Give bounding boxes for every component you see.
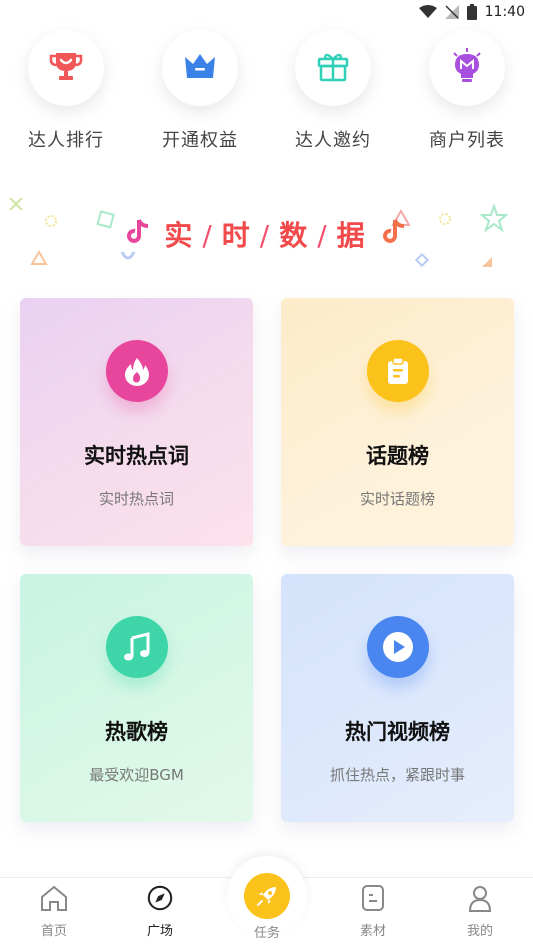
- quick-entry-label: 达人邀约: [295, 130, 371, 151]
- nav-label: 素材: [359, 924, 386, 939]
- nav-label: 首页: [40, 924, 67, 939]
- quick-entry-merchants[interactable]: 商户列表: [412, 30, 522, 152]
- lightbulb-icon: [450, 48, 484, 88]
- material-icon: [358, 885, 388, 916]
- music-note-icon: [383, 218, 407, 248]
- gift-icon: [316, 50, 350, 86]
- quick-entry-benefits[interactable]: 开通权益: [145, 30, 255, 152]
- section-title: 实 / 时 / 数 / 据: [0, 214, 533, 254]
- music-note-icon: [106, 616, 168, 678]
- nav-tab-home[interactable]: 首页: [14, 884, 94, 939]
- card-subtitle: 实时话题榜: [359, 490, 435, 508]
- nav-tab-square[interactable]: 广场: [120, 884, 200, 939]
- title-char: 据: [336, 219, 369, 252]
- card-title: 实时热点词: [84, 444, 189, 468]
- play-icon: [367, 616, 429, 678]
- realtime-data-header: 实 / 时 / 数 / 据: [0, 190, 533, 280]
- compass-icon: [145, 885, 175, 916]
- card-title: 话题榜: [366, 444, 429, 468]
- card-subtitle: 最受欢迎BGM: [89, 766, 184, 784]
- flame-icon: [106, 340, 168, 402]
- triangle-confetti-icon: [480, 254, 494, 273]
- card-title: 热歌榜: [105, 720, 168, 744]
- card-subtitle: 实时热点词: [98, 490, 174, 508]
- nav-label: 任务: [253, 926, 280, 941]
- quick-entry-label: 开通权益: [162, 130, 238, 151]
- crown-icon: [183, 51, 217, 85]
- trophy-icon: [49, 50, 83, 86]
- nav-tab-mine[interactable]: 我的: [440, 884, 520, 939]
- home-icon: [39, 885, 69, 916]
- quick-entry-row: 达人排行 开通权益 达人邀约 商户列表: [0, 30, 533, 160]
- title-separator: /: [317, 219, 331, 252]
- title-separator: /: [202, 219, 216, 252]
- no-signal-icon: [444, 5, 459, 19]
- title-char: 数: [279, 219, 312, 252]
- quick-entry-rank[interactable]: 达人排行: [11, 30, 121, 152]
- nav-label: 广场: [146, 924, 173, 939]
- title-separator: /: [259, 219, 274, 252]
- bottom-navigation: 首页 广场 任务 素材 我的: [0, 856, 533, 949]
- title-char: 时: [221, 219, 254, 252]
- card-hot-songs[interactable]: 热歌榜 最受欢迎BGM: [20, 574, 253, 822]
- confetti-icon: [8, 196, 24, 216]
- clipboard-icon: [367, 340, 429, 402]
- rocket-icon: [244, 873, 290, 919]
- status-bar: 11:40: [0, 0, 533, 26]
- status-time: 11:40: [484, 4, 525, 20]
- diamond-confetti-icon: [414, 252, 430, 272]
- nav-label: 我的: [466, 924, 493, 939]
- card-hot-words[interactable]: 实时热点词 实时热点词: [20, 298, 253, 546]
- card-title: 热门视频榜: [345, 720, 450, 744]
- card-subtitle: 抓住热点，紧跟时事: [329, 766, 465, 784]
- nav-tab-material[interactable]: 素材: [333, 884, 413, 939]
- title-char: 实: [164, 219, 197, 252]
- battery-icon: [466, 4, 477, 20]
- nav-tab-task[interactable]: 任务: [227, 856, 307, 941]
- wifi-icon: [418, 5, 437, 19]
- card-hot-videos[interactable]: 热门视频榜 抓住热点，紧跟时事: [281, 574, 514, 822]
- quick-entry-label: 达人排行: [28, 130, 104, 151]
- quick-entry-label: 商户列表: [429, 130, 505, 151]
- quick-entry-invite[interactable]: 达人邀约: [278, 30, 388, 152]
- card-topic-rank[interactable]: 话题榜 实时话题榜: [281, 298, 514, 546]
- user-icon: [465, 886, 495, 916]
